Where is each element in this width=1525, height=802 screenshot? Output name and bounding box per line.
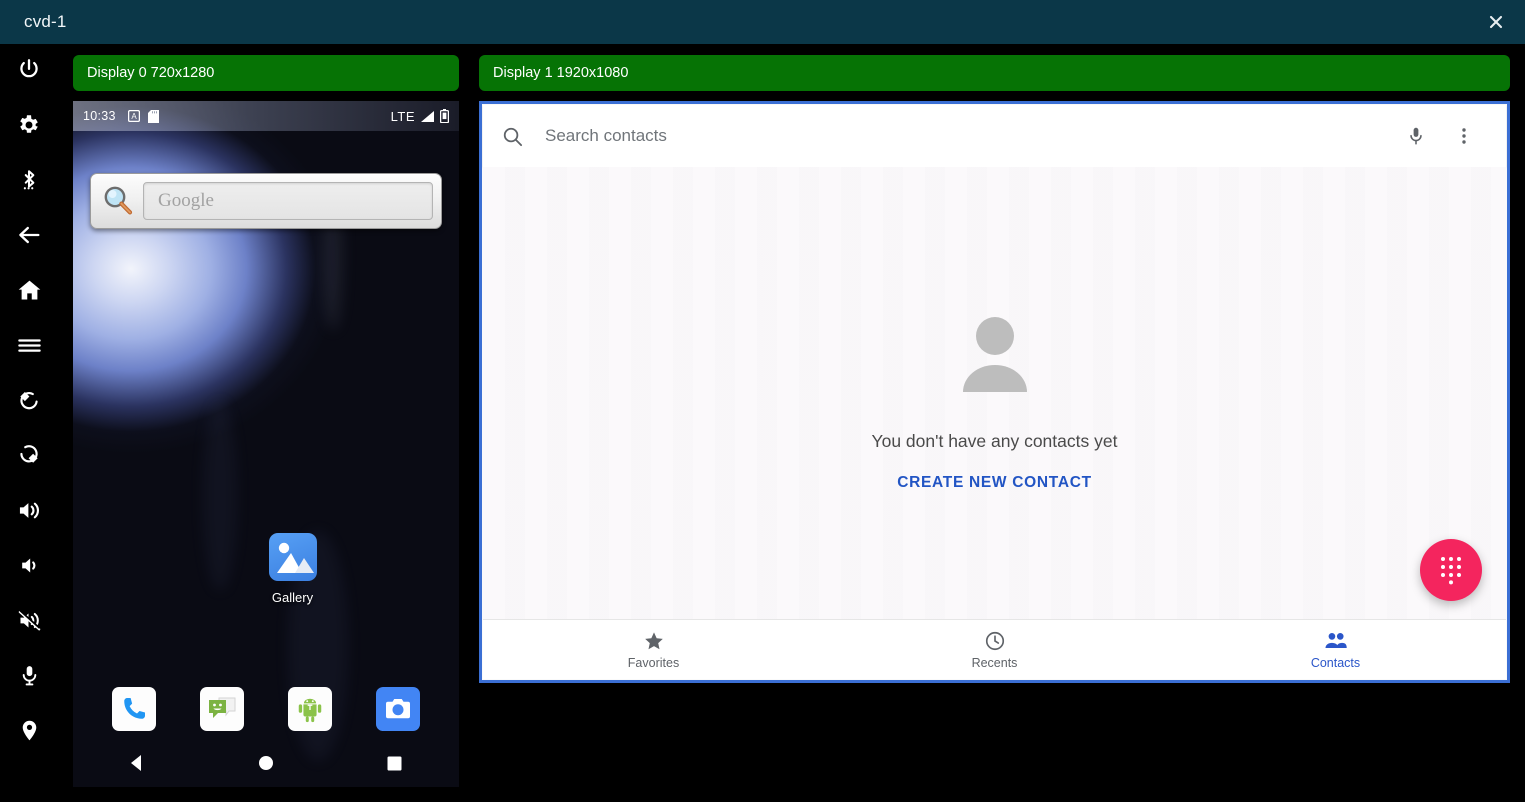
status-network-label: LTE	[391, 109, 415, 124]
contacts-empty-area: You don't have any contacts yet CREATE N…	[483, 167, 1506, 635]
overflow-menu-button[interactable]	[1440, 126, 1488, 146]
volume-down-icon	[16, 552, 43, 579]
display-1-header[interactable]: Display 1 1920x1080	[479, 55, 1510, 91]
google-search-placeholder: Google	[158, 190, 214, 212]
tab-favorites-label: Favorites	[628, 656, 679, 670]
window-title: cvd-1	[24, 12, 67, 32]
close-icon	[1489, 15, 1503, 29]
app-icon-phone[interactable]	[112, 687, 156, 731]
bluetooth-icon	[16, 167, 42, 193]
app-icon-gallery[interactable]: Gallery	[235, 533, 350, 605]
gallery-label: Gallery	[235, 590, 350, 605]
sd-card-icon	[148, 110, 159, 123]
tab-contacts[interactable]: Contacts	[1165, 630, 1506, 670]
android-robot-icon	[295, 694, 325, 724]
settings-button[interactable]	[0, 103, 58, 147]
contacts-search-bar[interactable]: Search contacts	[483, 105, 1506, 167]
phone-handset-icon	[119, 694, 149, 724]
dialpad-icon	[1438, 555, 1464, 585]
gallery-icon	[269, 533, 317, 581]
android-status-bar: 10:33 A LTE	[73, 101, 459, 131]
google-search-field[interactable]: Google	[143, 182, 433, 220]
star-icon	[643, 630, 665, 652]
more-vertical-icon	[1454, 126, 1474, 146]
contacts-bottom-nav: Favorites Recents Contacts	[483, 619, 1506, 679]
voice-search-button[interactable]	[1392, 125, 1440, 147]
alarm-badge-icon: A	[128, 110, 140, 122]
display-0-label: Display 0 720x1280	[87, 65, 214, 81]
volume-down-button[interactable]	[0, 543, 58, 587]
home-button[interactable]	[0, 268, 58, 312]
clock-icon	[984, 630, 1006, 652]
location-button[interactable]	[0, 708, 58, 752]
nav-recents-square-icon	[386, 755, 403, 772]
volume-up-button[interactable]	[0, 488, 58, 532]
menu-button[interactable]	[0, 323, 58, 367]
camera-icon	[383, 694, 413, 724]
rotate-left-button[interactable]	[0, 378, 58, 422]
microphone-icon	[1405, 125, 1427, 147]
app-icon-apps-drawer[interactable]	[288, 687, 332, 731]
microphone-icon	[17, 663, 42, 688]
rotate-right-icon	[16, 442, 42, 468]
android-navigation-bar	[73, 739, 459, 787]
rotate-right-button[interactable]	[0, 433, 58, 477]
power-icon	[16, 57, 42, 83]
app-icon-messaging[interactable]	[200, 687, 244, 731]
tab-recents[interactable]: Recents	[824, 630, 1165, 670]
nav-back-triangle-icon	[127, 753, 147, 773]
messaging-bubble-icon	[206, 693, 238, 725]
tab-recents-label: Recents	[972, 656, 1018, 670]
microphone-button[interactable]	[0, 653, 58, 697]
location-icon	[17, 718, 42, 743]
window-titlebar: cvd-1	[0, 0, 1525, 44]
signal-icon	[420, 110, 435, 123]
power-button[interactable]	[0, 48, 58, 92]
android-dock	[73, 687, 459, 731]
close-window-button[interactable]	[1467, 0, 1525, 44]
nav-back-button[interactable]	[73, 753, 202, 773]
contacts-empty-state: You don't have any contacts yet CREATE N…	[872, 310, 1118, 492]
empty-state-message: You don't have any contacts yet	[872, 431, 1118, 452]
tab-contacts-label: Contacts	[1311, 656, 1360, 670]
gear-icon	[16, 112, 42, 138]
back-icon	[15, 221, 43, 249]
create-new-contact-link[interactable]: CREATE NEW CONTACT	[872, 474, 1118, 492]
search-icon	[501, 125, 535, 148]
rotate-left-icon	[16, 387, 42, 413]
search-magnifier-icon	[99, 182, 137, 220]
nav-home-button[interactable]	[202, 754, 331, 772]
menu-icon	[16, 332, 43, 359]
app-icon-camera[interactable]	[376, 687, 420, 731]
display-0-header[interactable]: Display 0 720x1280	[73, 55, 459, 91]
search-input[interactable]: Search contacts	[545, 126, 1392, 146]
nav-home-circle-icon	[257, 754, 275, 772]
dialpad-fab-button[interactable]	[1420, 539, 1482, 601]
display-1-screen[interactable]: Search contacts Yo	[479, 101, 1510, 683]
volume-mute-icon	[16, 607, 43, 634]
bluetooth-button[interactable]	[0, 158, 58, 202]
device-control-sidebar	[0, 44, 58, 802]
volume-mute-button[interactable]	[0, 598, 58, 642]
svg-text:A: A	[131, 112, 137, 121]
status-clock: 10:33	[83, 109, 116, 123]
home-icon	[16, 277, 43, 304]
people-icon	[1324, 630, 1348, 652]
display-0-screen[interactable]: 10:33 A LTE	[73, 101, 459, 787]
placeholder-avatar-icon	[872, 310, 1118, 405]
tab-favorites[interactable]: Favorites	[483, 630, 824, 670]
back-button[interactable]	[0, 213, 58, 257]
display-1-label: Display 1 1920x1080	[493, 65, 628, 81]
volume-up-icon	[16, 497, 43, 524]
battery-icon	[440, 109, 449, 123]
nav-recents-button[interactable]	[330, 755, 459, 772]
google-search-widget[interactable]: Google	[90, 173, 442, 229]
